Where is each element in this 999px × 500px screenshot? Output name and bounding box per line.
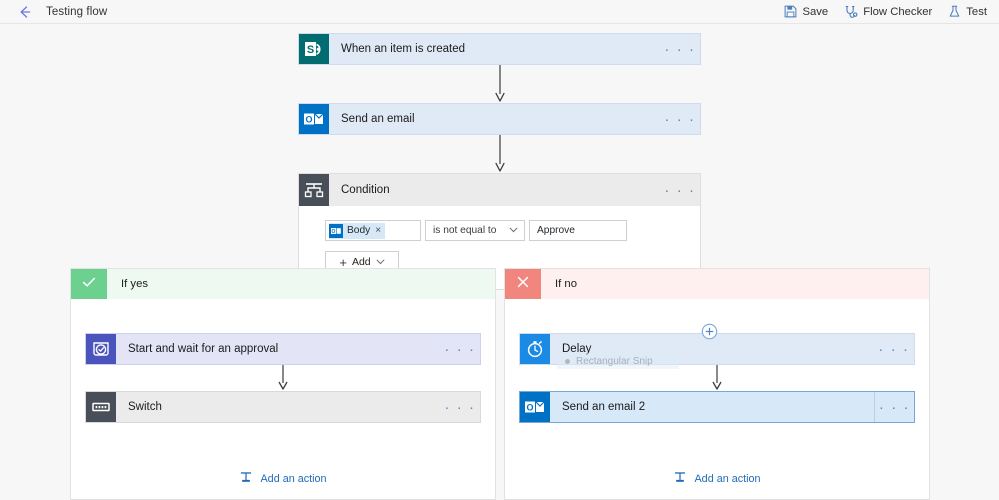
flow-node-send-an-email[interactable]: O Send an email · · ·: [298, 103, 701, 135]
add-an-action-button-no[interactable]: Add an action: [505, 470, 929, 487]
branch-body: Start and wait for an approval · · · Swi…: [71, 299, 495, 423]
node-title: Send an email: [341, 113, 415, 125]
branch-status-badge: [71, 269, 107, 299]
token-label: Body: [347, 225, 371, 236]
branch-body: Rectangular Snip Delay · · · O Send an e…: [505, 299, 929, 423]
node-title: Start and wait for an approval: [128, 343, 279, 355]
switch-icon: [86, 392, 116, 422]
node-menu-button[interactable]: · · ·: [874, 334, 914, 364]
node-menu-button[interactable]: · · ·: [874, 392, 914, 422]
node-title: Send an email 2: [562, 401, 646, 413]
node-icon-container: [86, 334, 116, 364]
flow-checker-label: Flow Checker: [863, 5, 933, 18]
remove-token-icon[interactable]: ×: [375, 225, 381, 236]
plus-circle-icon[interactable]: [701, 323, 718, 340]
add-action-label: Add an action: [260, 472, 327, 485]
flow-connector-arrow: [298, 135, 701, 173]
node-title: Condition: [341, 184, 390, 196]
add-an-action-button-yes[interactable]: Add an action: [71, 470, 495, 487]
node-menu-button[interactable]: · · ·: [660, 174, 700, 206]
condition-header: Condition · · ·: [299, 174, 700, 206]
flask-icon: [948, 5, 961, 18]
close-x-icon: [514, 273, 532, 296]
node-menu-button[interactable]: · · ·: [660, 104, 700, 134]
back-arrow-icon[interactable]: [16, 3, 34, 21]
delay-stopwatch-icon: [520, 334, 550, 364]
sharepoint-icon: S: [299, 34, 329, 64]
save-button[interactable]: Save: [784, 5, 828, 18]
node-icon-container: [520, 334, 550, 364]
plus-icon: +: [339, 254, 347, 270]
top-command-bar: Testing flow Save Flow Checker Test: [0, 0, 999, 24]
flow-connector-arrow: [519, 365, 915, 391]
topbar-command-group: Save Flow Checker Test: [784, 5, 999, 19]
page-title: Testing flow: [46, 5, 108, 18]
condition-expression-row: O Body × is not equal to Approve: [325, 220, 700, 241]
svg-text:O: O: [332, 229, 336, 235]
outlook-icon: O: [299, 104, 329, 134]
node-title: Switch: [128, 401, 162, 413]
dynamic-content-token[interactable]: O Body ×: [329, 222, 386, 239]
test-label: Test: [966, 5, 987, 18]
checkmark-icon: [80, 273, 98, 296]
node-menu-button[interactable]: · · ·: [660, 34, 700, 64]
save-label: Save: [802, 5, 829, 18]
branch-status-badge: [505, 269, 541, 299]
svg-text:S: S: [307, 44, 314, 56]
main-flow-stack: S When an item is created · · · O Send a…: [298, 33, 701, 290]
approval-icon: [86, 334, 116, 364]
flow-designer-canvas: S When an item is created · · · O Send a…: [0, 24, 999, 500]
branch-header: If no: [505, 269, 929, 299]
node-icon-container: O: [520, 392, 550, 422]
flow-connector-arrow: [298, 65, 701, 103]
condition-right-operand-field[interactable]: Approve: [529, 220, 627, 241]
operator-label: is not equal to: [433, 225, 497, 236]
node-menu-button[interactable]: · · ·: [440, 392, 480, 422]
svg-text:O: O: [305, 114, 312, 124]
add-label: Add: [351, 256, 371, 268]
condition-operator-dropdown[interactable]: is not equal to: [425, 220, 525, 241]
condition-left-operand-field[interactable]: O Body ×: [325, 220, 421, 241]
test-button[interactable]: Test: [948, 5, 987, 18]
stethoscope-icon: [844, 5, 858, 19]
branch-header: If yes: [71, 269, 495, 299]
add-action-icon: [239, 470, 253, 487]
outlook-icon: O: [520, 392, 550, 422]
chevron-down-icon: [376, 258, 385, 267]
condition-branches: If yes Start and wait for an approval · …: [70, 268, 930, 500]
add-action-icon: [673, 470, 687, 487]
node-icon-container: [299, 174, 329, 206]
branch-if-no: If no Rectangular Snip Delay · · · O Sen…: [504, 268, 930, 500]
svg-text:O: O: [526, 402, 533, 412]
flow-node-when-an-item-is-created[interactable]: S When an item is created · · ·: [298, 33, 701, 65]
flow-node-start-and-wait-for-an-approval[interactable]: Start and wait for an approval · · ·: [85, 333, 481, 365]
flow-node-switch[interactable]: Switch · · ·: [85, 391, 481, 423]
save-icon: [784, 5, 797, 18]
node-menu-button[interactable]: · · ·: [440, 334, 480, 364]
branch-if-yes: If yes Start and wait for an approval · …: [70, 268, 496, 500]
outlook-icon: O: [329, 223, 343, 238]
flow-connector-arrow: [85, 365, 481, 391]
add-action-label: Add an action: [694, 472, 761, 485]
chevron-down-icon: [509, 226, 518, 235]
node-title: When an item is created: [341, 43, 466, 55]
node-icon-container: O: [299, 104, 329, 134]
flow-node-send-an-email-2[interactable]: O Send an email 2 · · ·: [519, 391, 915, 423]
node-icon-container: S: [299, 34, 329, 64]
node-icon-container: [86, 392, 116, 422]
branch-title: If no: [541, 269, 929, 299]
condition-branch-icon: [299, 175, 329, 205]
topbar-left-group: Testing flow: [0, 3, 107, 21]
branch-title: If yes: [107, 269, 495, 299]
flow-checker-button[interactable]: Flow Checker: [844, 5, 932, 19]
